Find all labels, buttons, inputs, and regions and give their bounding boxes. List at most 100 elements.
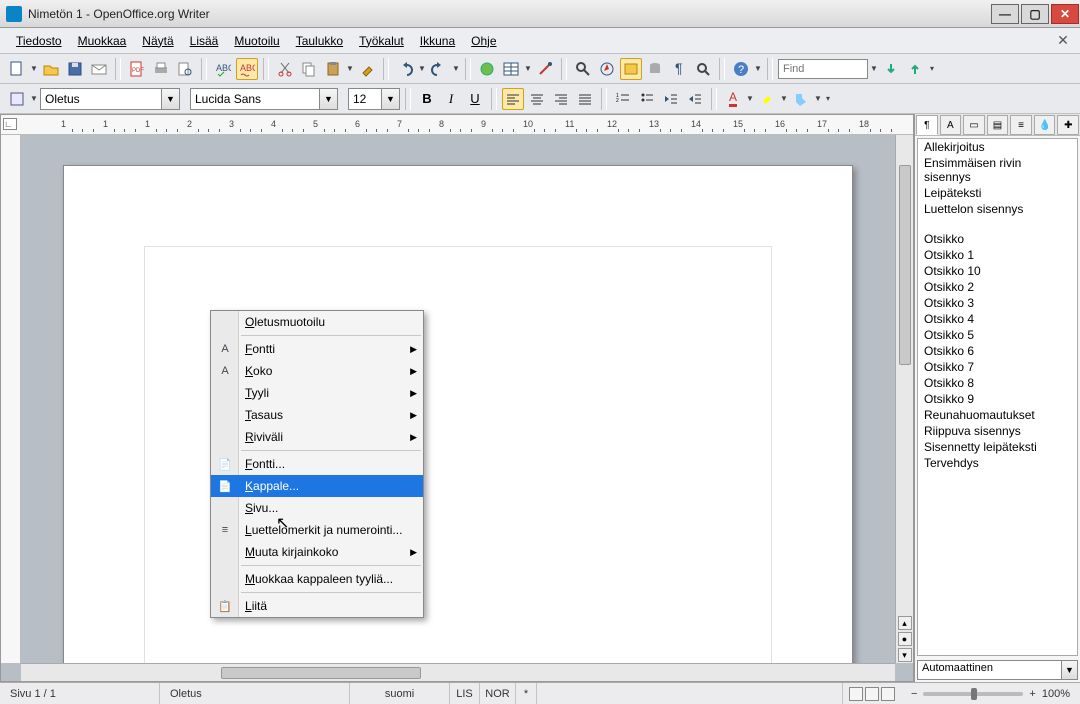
vertical-ruler[interactable] <box>1 135 21 663</box>
spellcheck-button[interactable]: ABC <box>212 58 234 80</box>
new-document-button[interactable] <box>6 58 28 80</box>
context-menu-item[interactable]: Riviväli▶ <box>211 426 423 448</box>
context-menu-item[interactable]: AKoko▶ <box>211 360 423 382</box>
table-button[interactable] <box>500 58 522 80</box>
context-menu-item[interactable]: Sivu... <box>211 497 423 519</box>
menu-table[interactable]: Taulukko <box>288 31 351 51</box>
zoom-control[interactable]: − + 100% <box>901 688 1080 700</box>
status-page[interactable]: Sivu 1 / 1 <box>0 683 160 704</box>
help-button[interactable]: ? <box>730 58 752 80</box>
style-list-item[interactable]: Otsikko 3 <box>918 295 1077 311</box>
gallery-button[interactable] <box>620 58 642 80</box>
context-menu-item[interactable]: Tasaus▶ <box>211 404 423 426</box>
export-pdf-button[interactable]: PDF <box>126 58 148 80</box>
style-list-item[interactable]: Otsikko 2 <box>918 279 1077 295</box>
bgcolor-dd[interactable]: ▼ <box>814 94 822 103</box>
minimize-button[interactable]: — <box>991 4 1019 24</box>
style-list-item[interactable] <box>918 217 1077 231</box>
menu-view[interactable]: Näytä <box>134 31 181 51</box>
menu-tools[interactable]: Työkalut <box>351 31 412 51</box>
vertical-scrollbar[interactable]: ▴ ● ▾ <box>895 135 913 663</box>
nav-prev-icon[interactable]: ▴ <box>898 616 912 630</box>
open-button[interactable] <box>40 58 62 80</box>
list-styles-tab[interactable]: ≡ <box>1010 115 1032 135</box>
context-menu-item[interactable]: ≡Luettelomerkit ja numerointi... <box>211 519 423 541</box>
align-right-button[interactable] <box>550 88 572 110</box>
context-menu-item[interactable]: Muokkaa kappaleen tyyliä... <box>211 568 423 590</box>
style-list-item[interactable]: Otsikko 7 <box>918 359 1077 375</box>
horizontal-ruler[interactable]: ∟ 11123456789101112131415161718 <box>1 115 913 135</box>
save-button[interactable] <box>64 58 86 80</box>
status-style[interactable]: Oletus <box>160 683 350 704</box>
font-name-combo[interactable]: Lucida Sans▼ <box>190 88 338 110</box>
menu-insert[interactable]: Lisää <box>182 31 227 51</box>
close-button[interactable]: ✕ <box>1051 4 1079 24</box>
book-view-icon[interactable] <box>881 687 895 701</box>
character-styles-tab[interactable]: A <box>940 115 962 135</box>
fill-format-tab[interactable]: 💧 <box>1034 115 1056 135</box>
highlight-dd[interactable]: ▼ <box>780 94 788 103</box>
toolbar-overflow[interactable]: ▾ <box>928 64 936 73</box>
context-menu-item[interactable]: Tyyli▶ <box>211 382 423 404</box>
styles-button[interactable] <box>6 88 28 110</box>
nonprinting-button[interactable]: ¶ <box>668 58 690 80</box>
page-styles-tab[interactable]: ▤ <box>987 115 1009 135</box>
context-menu-item[interactable]: 📄Fontti... <box>211 453 423 475</box>
numbering-button[interactable]: 12 <box>612 88 634 110</box>
background-color-button[interactable] <box>790 88 812 110</box>
highlight-button[interactable] <box>756 88 778 110</box>
print-preview-button[interactable] <box>174 58 196 80</box>
zoom-button[interactable] <box>692 58 714 80</box>
style-list-item[interactable]: Ensimmäisen rivin sisennys <box>918 155 1077 185</box>
style-list-item[interactable]: Otsikko 5 <box>918 327 1077 343</box>
style-list-item[interactable]: Allekirjoitus <box>918 139 1077 155</box>
nav-target-icon[interactable]: ● <box>898 632 912 646</box>
find-dropdown[interactable]: ▼ <box>870 64 878 73</box>
find-replace-button[interactable] <box>572 58 594 80</box>
style-list-item[interactable]: Otsikko <box>918 231 1077 247</box>
underline-button[interactable]: U <box>464 88 486 110</box>
close-document-button[interactable]: ✕ <box>1054 32 1072 50</box>
copy-button[interactable] <box>298 58 320 80</box>
format-paintbrush-button[interactable] <box>356 58 378 80</box>
style-list-item[interactable]: Otsikko 6 <box>918 343 1077 359</box>
paste-dropdown[interactable]: ▼ <box>346 64 354 73</box>
style-list-item[interactable]: Otsikko 10 <box>918 263 1077 279</box>
formatting-overflow[interactable]: ▾ <box>824 94 832 103</box>
style-list-item[interactable]: Otsikko 8 <box>918 375 1077 391</box>
style-filter-combo[interactable]: Automaattinen▼ <box>917 660 1078 680</box>
redo-dropdown[interactable]: ▼ <box>452 64 460 73</box>
style-list-item[interactable]: Tervehdys <box>918 455 1077 471</box>
styles-dd[interactable]: ▼ <box>30 94 38 103</box>
frame-styles-tab[interactable]: ▭ <box>963 115 985 135</box>
help-dropdown[interactable]: ▼ <box>754 64 762 73</box>
tab-stop-icon[interactable]: ∟ <box>3 118 17 130</box>
new-style-tab[interactable]: ✚ <box>1057 115 1079 135</box>
status-language[interactable]: suomi <box>350 683 450 704</box>
redo-button[interactable] <box>428 58 450 80</box>
menu-help[interactable]: Ohje <box>463 31 504 51</box>
paste-button[interactable] <box>322 58 344 80</box>
maximize-button[interactable]: ▢ <box>1021 4 1049 24</box>
datasources-button[interactable] <box>644 58 666 80</box>
document-canvas[interactable] <box>21 135 895 663</box>
context-menu-item[interactable]: 📋Liitä <box>211 595 423 617</box>
print-button[interactable] <box>150 58 172 80</box>
align-center-button[interactable] <box>526 88 548 110</box>
style-list[interactable]: AllekirjoitusEnsimmäisen rivin sisennys L… <box>917 138 1078 656</box>
menu-window[interactable]: Ikkuna <box>412 31 463 51</box>
cut-button[interactable] <box>274 58 296 80</box>
undo-button[interactable] <box>394 58 416 80</box>
style-list-item[interactable]: Sisennetty leipäteksti <box>918 439 1077 455</box>
context-menu-item[interactable]: Oletusmuotoilu <box>211 311 423 333</box>
status-insert-mode[interactable]: LIS <box>450 683 480 704</box>
find-input[interactable] <box>778 59 868 79</box>
status-selection-mode[interactable]: NOR <box>480 683 516 704</box>
style-list-item[interactable]: Reunahuomautukset <box>918 407 1077 423</box>
menu-format[interactable]: Muotoilu <box>226 31 287 51</box>
style-list-item[interactable]: Luettelon sisennys <box>918 201 1077 217</box>
zoom-minus-icon[interactable]: − <box>911 688 917 700</box>
new-dropdown[interactable]: ▼ <box>30 64 38 73</box>
italic-button[interactable]: I <box>440 88 462 110</box>
increase-indent-button[interactable] <box>684 88 706 110</box>
